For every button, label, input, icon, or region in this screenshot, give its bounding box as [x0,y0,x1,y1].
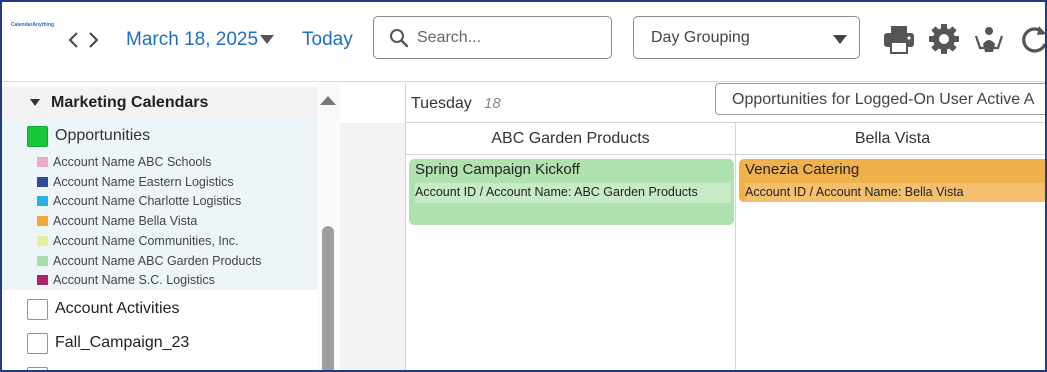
calendar-label: Account Activities [55,300,180,317]
account-legend-item: Account Name Charlotte Logistics [37,192,241,210]
column-divider [735,123,736,370]
sidebar-scrollbar[interactable] [318,83,340,370]
account-legend-label: Account Name Charlotte Logistics [53,194,242,209]
logo-text: CalendarAnything [11,22,55,28]
column-header: Bella Vista [736,123,1045,155]
opportunities-calendar: Opportunities Account Name ABC Schools Ac… [2,119,318,290]
print-icon[interactable] [882,22,916,56]
color-swatch [37,157,48,167]
app-frame: CalendarAnything March 18, 2025 Today Da… [0,0,1047,372]
calendar-checkbox[interactable] [27,332,48,354]
event-title: Venezia Catering [745,161,860,178]
color-swatch [37,235,48,246]
calendar-checkbox[interactable] [27,366,48,370]
scrollbar-thumb[interactable] [322,226,334,370]
calendar-item-partial[interactable] [27,366,55,370]
color-swatch [37,255,48,266]
gear-icon[interactable] [927,22,961,56]
opportunities-label[interactable]: Opportunities [55,127,150,145]
calendar-item[interactable]: Fall_Campaign_23 [27,332,189,354]
app-logo: CalendarAnything [9,19,55,31]
search-box[interactable] [373,16,612,59]
time-gutter-header [340,83,406,123]
account-legend-item: Account Name ABC Schools [37,153,211,171]
meeting-icon[interactable] [972,22,1006,56]
account-legend-item: Account Name Eastern Logistics [37,173,234,191]
account-legend-label: Account Name Bella Vista [53,214,198,229]
marketing-calendars-group[interactable]: Marketing Calendars [2,87,318,119]
today-button[interactable]: Today [302,29,353,51]
calendar-label: Fall_Campaign_23 [55,334,190,351]
date-dropdown-icon[interactable] [260,35,274,44]
search-input[interactable] [417,27,602,49]
account-legend-label: Account Name Communities, Inc. [53,233,239,248]
search-icon [390,29,409,48]
filter-select[interactable]: Opportunities for Logged-On User Active … [715,83,1045,115]
day-number[interactable]: 18 [484,95,501,112]
color-swatch [37,196,48,207]
color-swatch [37,176,48,187]
refresh-icon[interactable] [1017,22,1045,56]
time-gutter [340,83,406,370]
chevron-left-icon[interactable] [65,28,83,52]
account-legend-item: Account Name Bella Vista [37,212,197,230]
event-card[interactable]: Spring Campaign Kickoff Account ID / Acc… [409,159,734,225]
day-view: Tuesday 18 Opportunities for Logged-On U… [406,83,1045,370]
chevron-down-icon [833,35,847,44]
account-legend-label: Account Name ABC Garden Products [53,253,262,268]
current-date[interactable]: March 18, 2025 [126,29,258,51]
account-legend-label: Account Name ABC Schools [53,155,212,169]
account-legend-label: Account Name Eastern Logistics [53,174,234,189]
grouping-select[interactable]: Day Grouping [633,16,860,59]
day-name: Tuesday [411,95,472,112]
scroll-up-icon[interactable] [320,96,336,105]
calendar-checkbox[interactable] [27,298,48,320]
account-legend-item: Account Name S.C. Logistics [37,271,215,289]
toolbar: CalendarAnything March 18, 2025 Today Da… [2,2,1045,82]
account-legend-item: Account Name Communities, Inc. [37,232,239,250]
event-card[interactable]: Venezia Catering Account ID / Account Na… [739,159,1045,202]
grouping-select-value: Day Grouping [651,29,750,46]
account-legend-label: Account Name S.C. Logistics [53,273,215,288]
column-header: ABC Garden Products [406,123,735,155]
event-detail: Account ID / Account Name: ABC Garden Pr… [415,183,731,203]
event-title: Spring Campaign Kickoff [415,161,580,178]
group-title: Marketing Calendars [51,94,209,111]
color-swatch [37,275,48,286]
collapse-triangle-icon[interactable] [30,99,40,106]
opportunities-checkbox[interactable] [27,126,48,147]
account-legend-item: Account Name ABC Garden Products [37,252,261,270]
filter-select-value: Opportunities for Logged-On User Active … [732,91,1035,108]
color-swatch [37,216,48,227]
calendar-sidebar: Marketing Calendars Opportunities Accoun… [2,83,340,370]
calendar-item[interactable]: Account Activities [27,298,180,320]
event-detail: Account ID / Account Name: Bella Vista [745,183,1045,202]
chevron-right-icon[interactable] [84,28,102,52]
